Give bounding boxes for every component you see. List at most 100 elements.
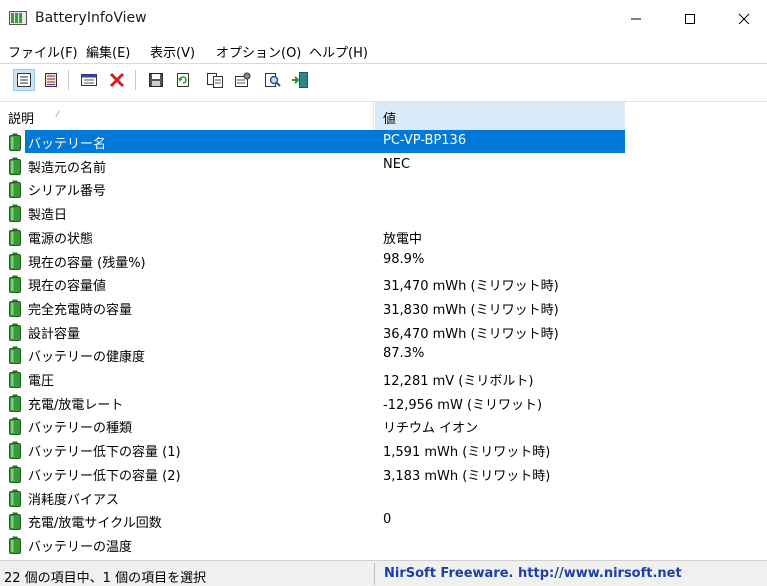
menu-bar: ファイル(F) 編集(E) 表示(V) オプション(O) ヘルプ(H) — [0, 38, 767, 62]
list-item[interactable]: 現在の容量 (残量%) 98.9% — [0, 249, 767, 273]
find-button[interactable] — [262, 69, 284, 91]
report-button[interactable] — [40, 69, 62, 91]
refresh-icon — [177, 73, 189, 87]
item-name: 製造日 — [28, 208, 68, 224]
item-name: バッテリーの健康度 — [28, 350, 146, 366]
battery-icon — [9, 228, 21, 246]
list-item[interactable]: 充電/放電レート -12,956 mW (ミリワット) — [0, 391, 767, 415]
item-value: 1,591 mWh (ミリワット時) — [383, 445, 551, 461]
item-value: 87.3% — [383, 346, 425, 362]
sort-arrow-icon: ⁄ — [57, 110, 59, 120]
list-item[interactable]: 充電/放電サイクル回数 0 — [0, 509, 767, 533]
window-title: BatteryInfoView — [35, 10, 147, 26]
item-name: 充電/放電サイクル回数 — [28, 516, 162, 532]
item-name: 電圧 — [28, 374, 55, 389]
list-item[interactable]: バッテリーの温度 — [0, 533, 767, 557]
exit-icon — [292, 72, 308, 88]
column-header-description[interactable]: 説明 ⁄ — [0, 102, 374, 130]
menu-help[interactable]: ヘルプ(H) — [309, 42, 368, 61]
list-item[interactable]: 製造日 — [0, 201, 767, 225]
menu-file[interactable]: ファイル(F) — [8, 42, 78, 61]
battery-icon — [9, 370, 21, 388]
options-button[interactable] — [232, 69, 254, 91]
properties-button[interactable] — [13, 69, 35, 91]
item-value: 放電中 — [383, 231, 423, 247]
list-item[interactable]: バッテリー名 PC-VP-BP136 — [0, 130, 767, 154]
find-icon — [265, 73, 281, 87]
menu-options[interactable]: オプション(O) — [216, 42, 301, 61]
item-value: 36,470 mWh (ミリワット時) — [383, 326, 559, 342]
item-value: NEC — [383, 156, 411, 172]
html-report-icon — [81, 74, 97, 86]
battery-icon — [9, 180, 21, 199]
battery-icon — [9, 394, 21, 412]
selection-highlight — [25, 130, 625, 153]
copy-button[interactable] — [204, 69, 226, 91]
battery-icon — [9, 252, 21, 270]
battery-icon — [9, 299, 21, 317]
battery-icon — [9, 346, 21, 365]
toolbar — [0, 63, 767, 97]
item-name: 現在の容量 (残量%) — [28, 255, 146, 271]
list-item[interactable]: バッテリー低下の容量 (1) 1,591 mWh (ミリワット時) — [0, 438, 767, 462]
list-item[interactable]: 電圧 12,281 mV (ミリボルト) — [0, 367, 767, 391]
item-name: バッテリー名 — [28, 137, 107, 152]
item-value: 12,281 mV (ミリボルト) — [383, 374, 534, 389]
item-name: 製造元の名前 — [28, 160, 107, 176]
app-battery-icon — [9, 11, 27, 25]
battery-icon — [9, 417, 21, 436]
maximize-button[interactable] — [667, 0, 713, 38]
menu-edit[interactable]: 編集(E) — [86, 42, 130, 61]
item-name: バッテリーの温度 — [28, 539, 133, 555]
item-name: 充電/放電レート — [28, 397, 124, 413]
list-item[interactable]: 現在の容量値 31,470 mWh (ミリワット時) — [0, 272, 767, 296]
list-item[interactable]: 製造元の名前 NEC — [0, 154, 767, 178]
column-header-value[interactable]: 値 — [375, 102, 625, 130]
menu-view[interactable]: 表示(V) — [150, 42, 195, 61]
save-icon — [149, 73, 163, 87]
item-value: 0 — [383, 512, 392, 528]
battery-icon — [9, 275, 21, 294]
delete-icon — [109, 72, 125, 88]
refresh-button[interactable] — [172, 69, 194, 91]
item-value: -12,956 mW (ミリワット) — [383, 397, 543, 413]
title-bar: BatteryInfoView — [0, 0, 767, 38]
battery-icon — [9, 157, 21, 175]
delete-button[interactable] — [106, 69, 128, 91]
save-button[interactable] — [145, 69, 167, 91]
properties-icon — [17, 73, 31, 87]
list-item[interactable]: バッテリーの種類 リチウム イオン — [0, 414, 767, 438]
battery-icon — [9, 512, 21, 531]
list-item[interactable]: 消耗度バイアス — [0, 486, 767, 510]
item-name: バッテリーの種類 — [28, 421, 133, 437]
battery-icon — [9, 441, 21, 460]
toolbar-separator — [68, 70, 69, 90]
exit-button[interactable] — [289, 69, 311, 91]
item-value: 3,183 mWh (ミリワット時) — [383, 468, 551, 484]
item-value: 31,470 mWh (ミリワット時) — [383, 279, 559, 295]
report-icon — [45, 73, 57, 87]
list-item[interactable]: バッテリー低下の容量 (2) 3,183 mWh (ミリワット時) — [0, 462, 767, 486]
status-credit-link[interactable]: NirSoft Freeware. http://www.nirsoft.net — [384, 566, 682, 581]
status-item-count: 22 個の項目中、1 個の項目を選択 — [4, 571, 207, 586]
list-item[interactable]: バッテリーの健康度 87.3% — [0, 343, 767, 367]
column-header-description-label: 説明 — [8, 112, 35, 127]
battery-info-list[interactable]: 説明 ⁄ 値 バッテリー名 PC-VP-BP136 製造元の名前 NEC シリアル番号製… — [0, 101, 767, 560]
close-button[interactable] — [721, 0, 767, 38]
battery-icon — [9, 323, 21, 341]
item-name: バッテリー低下の容量 (2) — [28, 468, 181, 484]
column-header-value-label: 値 — [383, 112, 397, 127]
minimize-button[interactable] — [613, 0, 659, 38]
battery-icon — [9, 536, 21, 554]
item-value: 98.9% — [383, 251, 425, 267]
item-name: 電源の状態 — [28, 231, 94, 247]
item-name: 完全充電時の容量 — [28, 302, 133, 318]
item-value: PC-VP-BP136 — [383, 133, 467, 148]
item-name: 消耗度バイアス — [28, 492, 120, 508]
maximize-icon — [685, 14, 695, 24]
html-report-button[interactable] — [78, 69, 100, 91]
list-item[interactable]: 電源の状態 放電中 — [0, 225, 767, 249]
list-item[interactable]: シリアル番号 — [0, 177, 767, 201]
list-item[interactable]: 設計容量 36,470 mWh (ミリワット時) — [0, 320, 767, 344]
list-item[interactable]: 完全充電時の容量 31,830 mWh (ミリワット時) — [0, 296, 767, 320]
